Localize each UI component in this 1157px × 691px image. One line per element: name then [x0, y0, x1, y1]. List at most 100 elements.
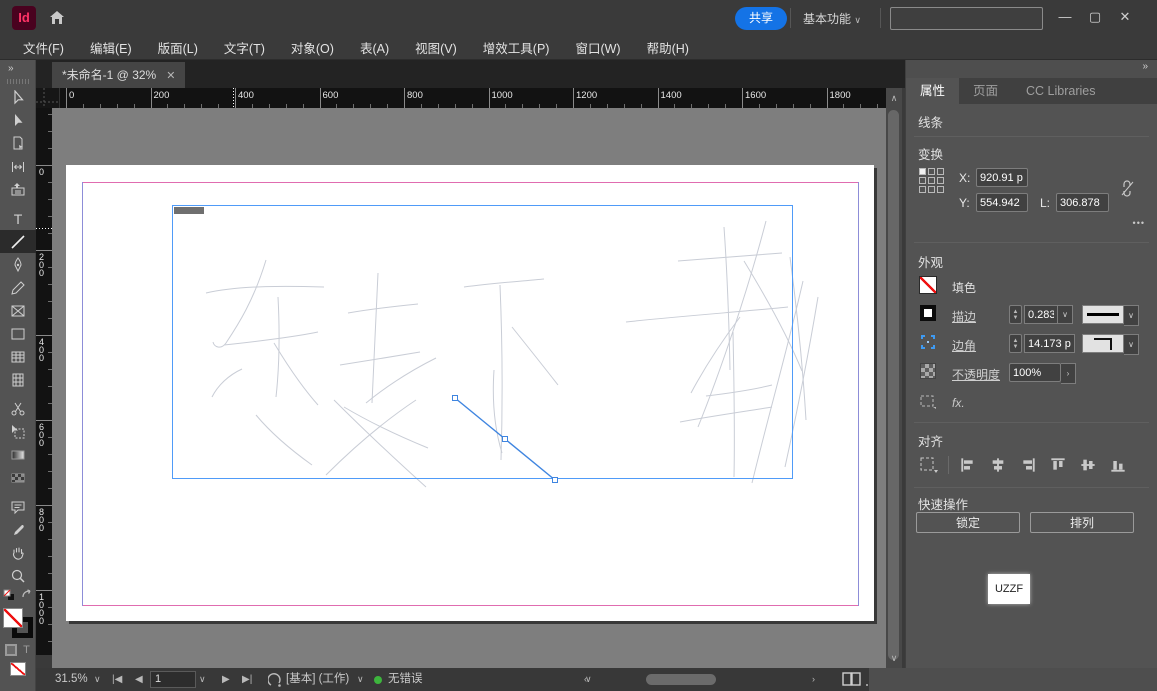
home-icon[interactable]: [48, 9, 66, 30]
align-center-horizontal-icon[interactable]: [987, 454, 1009, 476]
pencil-tool[interactable]: [0, 276, 36, 299]
menu-item-3[interactable]: 文字(T): [211, 38, 278, 57]
last-page-icon[interactable]: ▶|: [242, 668, 252, 691]
vertical-ruler[interactable]: 0 2 0 0 4 0 0 6 0 0 8 0 0 1 0 0 0: [36, 108, 52, 655]
length-value-field[interactable]: [1056, 193, 1109, 212]
share-button[interactable]: 共享: [735, 7, 788, 30]
align-bottom-icon[interactable]: [1107, 454, 1129, 476]
menu-item-5[interactable]: 表(A): [347, 38, 402, 57]
horizontal-scrollbar[interactable]: ‹ ›: [580, 671, 828, 688]
align-right-icon[interactable]: [1017, 454, 1039, 476]
corner-style-dropdown-icon[interactable]: ∨: [1124, 334, 1139, 355]
align-left-icon[interactable]: [957, 454, 979, 476]
align-center-vertical-icon[interactable]: [1077, 454, 1099, 476]
transform-more-options-icon[interactable]: •••: [1133, 218, 1145, 228]
default-fill-stroke-icon[interactable]: [3, 589, 15, 604]
vertical-scroll-thumb[interactable]: [888, 110, 899, 660]
page-number-field[interactable]: [150, 671, 196, 688]
gradient-feather-tool[interactable]: [0, 466, 36, 489]
stroke-type-control[interactable]: ∨: [1082, 305, 1139, 326]
spread-view-icon[interactable]: [842, 672, 862, 691]
stroke-stepper[interactable]: ▲ ▼: [1009, 305, 1022, 324]
free-transform-tool[interactable]: [0, 420, 36, 443]
formatting-affects-container-icon[interactable]: [5, 644, 18, 656]
hand-tool[interactable]: [0, 541, 36, 564]
menu-item-0[interactable]: 文件(F): [10, 38, 77, 57]
preflight-dropdown-icon[interactable]: ∨: [357, 668, 364, 691]
scroll-down-icon[interactable]: ∨: [886, 653, 902, 664]
y-value-field[interactable]: [976, 193, 1028, 212]
indesign-logo[interactable]: Id: [12, 6, 36, 30]
menu-item-9[interactable]: 帮助(H): [634, 38, 702, 57]
apply-none-swatch[interactable]: [9, 662, 26, 676]
horizontal-grid-tool[interactable]: [0, 345, 36, 368]
menu-item-7[interactable]: 增效工具(P): [470, 38, 563, 57]
next-page-icon[interactable]: ▶: [222, 668, 230, 691]
menu-item-4[interactable]: 对象(O): [278, 38, 347, 57]
reference-point-proxy[interactable]: [919, 168, 944, 193]
stroke-type-dropdown-icon[interactable]: ∨: [1124, 305, 1139, 326]
tab-properties[interactable]: 属性: [906, 78, 960, 104]
lock-button[interactable]: 锁定: [916, 512, 1020, 533]
stroke-weight-dropdown-icon[interactable]: ∨: [1058, 305, 1073, 324]
document-tab[interactable]: *未命名-1 @ 32% ✕: [52, 62, 186, 88]
menu-item-8[interactable]: 窗口(W): [562, 38, 633, 57]
close-button[interactable]: ✕: [1112, 4, 1138, 30]
opacity-link[interactable]: 不透明度: [952, 366, 1000, 383]
panel-grip[interactable]: [6, 79, 29, 84]
frame-tool[interactable]: [0, 299, 36, 322]
corner-size-field[interactable]: [1024, 334, 1075, 353]
first-page-icon[interactable]: |◀: [112, 668, 122, 691]
align-to-selection-icon[interactable]: [918, 454, 940, 476]
tab-pages[interactable]: 页面: [959, 78, 1012, 104]
scroll-right-icon[interactable]: ›: [812, 668, 815, 691]
page[interactable]: [66, 165, 874, 621]
corner-style-control[interactable]: ∨: [1082, 334, 1139, 355]
selected-line-object[interactable]: [66, 165, 874, 621]
note-tool[interactable]: [0, 495, 36, 518]
horizontal-scroll-thumb[interactable]: [646, 674, 716, 685]
arrange-button[interactable]: 排列: [1030, 512, 1134, 533]
page-curl-icon[interactable]: [267, 669, 282, 691]
page-tool[interactable]: [0, 132, 36, 155]
selection-tool[interactable]: [0, 86, 36, 109]
page-dropdown-icon[interactable]: ∨: [199, 668, 206, 691]
menu-item-1[interactable]: 编辑(E): [77, 38, 145, 57]
zoom-dropdown-icon[interactable]: ∨: [94, 668, 101, 691]
type-tool[interactable]: T: [0, 207, 36, 230]
scissors-tool[interactable]: [0, 397, 36, 420]
scroll-left-icon[interactable]: ‹: [584, 668, 587, 691]
workspace-menu[interactable]: 基本功能 ∨: [803, 10, 861, 27]
zoom-tool[interactable]: [0, 564, 36, 587]
align-top-icon[interactable]: [1047, 454, 1069, 476]
eyedropper-tool[interactable]: [0, 518, 36, 541]
preflight-profile[interactable]: [基本] (工作): [286, 668, 349, 691]
fx-effects-icon[interactable]: fx.: [952, 396, 965, 410]
previous-page-icon[interactable]: ◀: [135, 668, 143, 691]
zoom-level[interactable]: 31.5%: [55, 668, 88, 691]
menu-item-6[interactable]: 视图(V): [402, 38, 470, 57]
gradient-swatch-tool[interactable]: [0, 443, 36, 466]
stroke-link[interactable]: 描边: [952, 308, 976, 325]
panel-collapse-icon[interactable]: »: [1142, 61, 1148, 72]
line-tool[interactable]: [0, 230, 36, 253]
search-input[interactable]: [890, 7, 1043, 30]
gap-tool[interactable]: [0, 155, 36, 178]
direct-selection-tool[interactable]: [0, 109, 36, 132]
corner-stepper[interactable]: ▲ ▼: [1009, 334, 1022, 353]
rectangle-tool[interactable]: [0, 322, 36, 345]
object-states-icon[interactable]: [920, 395, 936, 412]
ruler-origin-box[interactable]: [36, 88, 60, 108]
canvas-pasteboard[interactable]: [52, 108, 886, 668]
stroke-weight-field[interactable]: [1024, 305, 1058, 324]
content-collector-tool[interactable]: [0, 178, 36, 201]
menu-item-2[interactable]: 版面(L): [145, 38, 211, 57]
collapse-panel-icon[interactable]: »: [0, 60, 35, 76]
formatting-affects-text-icon[interactable]: T: [23, 644, 30, 656]
vertical-grid-tool[interactable]: [0, 368, 36, 391]
vertical-scrollbar[interactable]: ∧ ∨: [886, 88, 902, 668]
x-value-field[interactable]: [976, 168, 1028, 187]
swap-fill-stroke-icon[interactable]: [21, 589, 33, 604]
opacity-field[interactable]: [1009, 363, 1061, 382]
corner-link[interactable]: 边角: [952, 337, 976, 354]
